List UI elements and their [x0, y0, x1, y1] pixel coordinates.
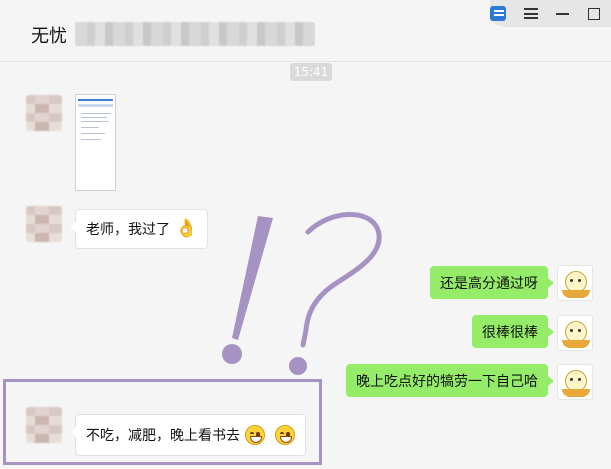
contact-avatar[interactable]: [26, 95, 62, 131]
question-curve: [300, 212, 382, 348]
window-controls: [490, 0, 611, 27]
message-bubble[interactable]: 晚上吃点好的犒劳一下自己哈: [346, 364, 554, 397]
ok-hand-emoji: 👌: [175, 218, 198, 239]
highlight-box: [3, 379, 322, 465]
menu-icon[interactable]: [524, 6, 538, 22]
message-bubble[interactable]: 很棒很棒: [472, 315, 554, 348]
exclamation-stroke: [232, 216, 273, 340]
mini-program-icon[interactable]: [490, 6, 506, 22]
message-bubble[interactable]: 老师，我过了 👌: [69, 209, 209, 249]
self-avatar[interactable]: [557, 364, 593, 400]
message-text: 很棒很棒: [482, 324, 538, 341]
message-text: 晚上吃点好的犒劳一下自己哈: [356, 373, 538, 390]
chat-title: 无忧: [31, 26, 67, 47]
question-dot: [289, 357, 307, 375]
exclamation-dot: [222, 344, 242, 364]
chat-timestamp: 15:41: [290, 63, 332, 81]
image-message[interactable]: [75, 94, 116, 191]
message-bubble[interactable]: 还是高分通过呀: [430, 266, 554, 299]
message-text: 还是高分通过呀: [440, 275, 538, 292]
self-avatar[interactable]: [557, 265, 593, 301]
self-avatar[interactable]: [557, 315, 593, 351]
blurred-contact-name: [75, 22, 315, 46]
minimize-icon[interactable]: [556, 6, 570, 22]
contact-avatar[interactable]: [26, 206, 62, 242]
maximize-icon[interactable]: [588, 6, 602, 22]
message-text: 老师，我过了: [86, 222, 170, 238]
